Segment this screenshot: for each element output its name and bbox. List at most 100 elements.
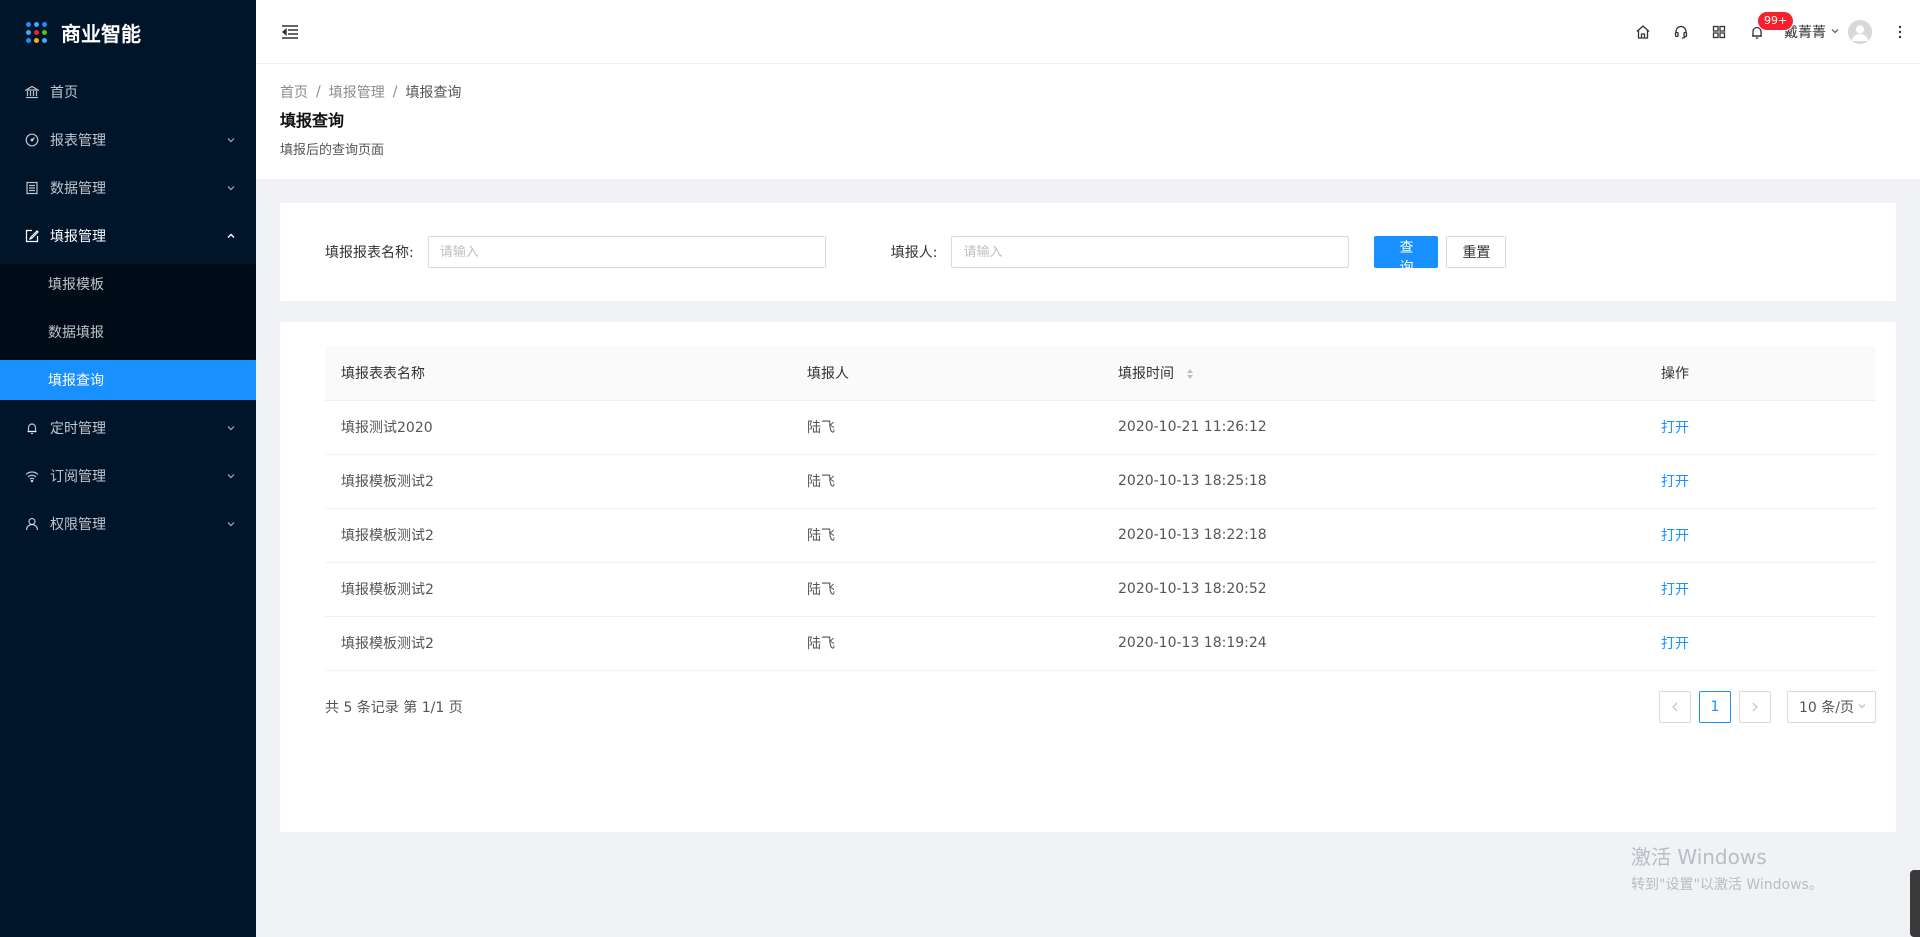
open-link[interactable]: 打开 bbox=[1661, 636, 1689, 652]
breadcrumb-item-current: 填报查询 bbox=[405, 85, 462, 101]
bell-icon bbox=[24, 420, 40, 436]
column-header-action: 操作 bbox=[1645, 346, 1876, 401]
search-form: 填报报表名称: 填报人: 查 询 重置 bbox=[280, 203, 1896, 301]
home-icon[interactable] bbox=[1624, 0, 1662, 64]
notification-bell-icon[interactable]: 99+ bbox=[1738, 0, 1794, 64]
page-description: 填报后的查询页面 bbox=[280, 143, 385, 158]
page-title: 填报查询 bbox=[280, 111, 345, 130]
sidebar: 商业智能 首页 报表管理 数据管理 填报管理 填报模板 数据填报 填报查询 定时… bbox=[0, 0, 256, 937]
customer-service-icon[interactable] bbox=[1662, 0, 1700, 64]
table-row: 填报模板测试2 陆飞 2020-10-13 18:19:24 打开 bbox=[325, 616, 1876, 671]
cell-reporter: 陆飞 bbox=[791, 508, 1102, 563]
report-name-input[interactable] bbox=[427, 236, 826, 268]
avatar bbox=[1848, 20, 1872, 44]
table-row: 填报测试2020 陆飞 2020-10-21 11:26:12 打开 bbox=[325, 400, 1876, 455]
sidebar-item-label: 权限管理 bbox=[50, 517, 106, 533]
cell-reporter: 陆飞 bbox=[791, 562, 1102, 617]
cell-report-name: 填报模板测试2 bbox=[325, 616, 791, 671]
breadcrumb-separator: / bbox=[316, 84, 321, 100]
watermark-subtitle: 转到"设置"以激活 Windows。 bbox=[1631, 877, 1823, 893]
form-edit-icon bbox=[24, 228, 40, 244]
page-number-button[interactable]: 1 bbox=[1699, 690, 1731, 723]
column-header-fill-time-label: 填报时间 bbox=[1118, 365, 1174, 382]
sidebar-item-data-fill[interactable]: 数据填报 bbox=[0, 312, 256, 352]
user-menu[interactable]: 戴菁菁 bbox=[1784, 0, 1872, 64]
sidebar-item-label: 数据管理 bbox=[50, 181, 106, 197]
breadcrumb-item-fill-management[interactable]: 填报管理 bbox=[329, 82, 385, 102]
open-link[interactable]: 打开 bbox=[1661, 420, 1689, 436]
sidebar-item-fill-template[interactable]: 填报模板 bbox=[0, 264, 256, 304]
menu-fold-icon[interactable] bbox=[280, 22, 300, 42]
column-header-fill-time[interactable]: 填报时间 bbox=[1102, 346, 1645, 401]
report-name-field: 填报报表名称: bbox=[325, 236, 826, 268]
pagination-total: 共 5 条记录 第 1/1 页 bbox=[325, 699, 463, 716]
report-name-label: 填报报表名称: bbox=[325, 245, 414, 261]
cell-reporter: 陆飞 bbox=[791, 454, 1102, 509]
cell-fill-time: 2020-10-13 18:25:18 bbox=[1102, 454, 1645, 509]
chevron-down-icon bbox=[226, 135, 236, 145]
open-link[interactable]: 打开 bbox=[1661, 528, 1689, 544]
breadcrumb-separator: / bbox=[392, 84, 398, 100]
fullscreen-icon[interactable] bbox=[1700, 0, 1738, 64]
open-link[interactable]: 打开 bbox=[1661, 474, 1689, 490]
app-title: 商业智能 bbox=[61, 21, 141, 46]
result-table: 填报表表名称 填报人 填报时间 操作 填报测试2020 陆飞 2020-10-2… bbox=[325, 346, 1876, 671]
chevron-down-icon bbox=[226, 519, 236, 529]
sidebar-item-subscription-management[interactable]: 订阅管理 bbox=[0, 456, 256, 496]
sidebar-item-label: 填报管理 bbox=[50, 229, 106, 245]
open-link[interactable]: 打开 bbox=[1661, 582, 1689, 598]
table-header-row: 填报表表名称 填报人 填报时间 操作 bbox=[325, 346, 1876, 401]
sidebar-item-label: 定时管理 bbox=[50, 421, 106, 437]
scrollbar-handle[interactable] bbox=[1910, 870, 1920, 937]
cell-reporter: 陆飞 bbox=[791, 616, 1102, 671]
pagination-bar: 共 5 条记录 第 1/1 页 1 10 条/页 bbox=[325, 690, 1876, 723]
breadcrumb: 首页 / 填报管理 / 填报查询 bbox=[280, 81, 1896, 103]
sidebar-item-label: 订阅管理 bbox=[50, 469, 106, 485]
cell-fill-time: 2020-10-13 18:20:52 bbox=[1102, 562, 1645, 617]
reset-button[interactable]: 重置 bbox=[1446, 236, 1507, 268]
page-header: 首页 / 填报管理 / 填报查询 填报查询 填报后的查询页面 bbox=[256, 64, 1920, 179]
prev-page-button[interactable] bbox=[1659, 690, 1691, 723]
table-row: 填报模板测试2 陆飞 2020-10-13 18:20:52 打开 bbox=[325, 562, 1876, 617]
result-table-card: 填报表表名称 填报人 填报时间 操作 填报测试2020 陆飞 2020-10-2… bbox=[280, 322, 1896, 832]
cell-fill-time: 2020-10-21 11:26:12 bbox=[1102, 400, 1645, 455]
sidebar-item-fill-management[interactable]: 填报管理 bbox=[0, 216, 256, 256]
chevron-down-icon bbox=[226, 183, 236, 193]
notification-badge: 99+ bbox=[1758, 12, 1794, 30]
cell-report-name: 填报模板测试2 bbox=[325, 454, 791, 509]
reporter-label: 填报人: bbox=[890, 245, 938, 261]
top-header: 99+ 戴菁菁 bbox=[256, 0, 1920, 64]
sidebar-item-home[interactable]: 首页 bbox=[0, 72, 256, 112]
more-vertical-icon[interactable] bbox=[1880, 0, 1920, 64]
header-actions: 99+ 戴菁菁 bbox=[1624, 0, 1920, 64]
cell-report-name: 填报模板测试2 bbox=[325, 562, 791, 617]
wifi-icon bbox=[24, 468, 40, 484]
sidebar-item-report-management[interactable]: 报表管理 bbox=[0, 120, 256, 160]
next-page-button[interactable] bbox=[1739, 690, 1771, 723]
breadcrumb-item-home[interactable]: 首页 bbox=[280, 82, 308, 102]
cell-report-name: 填报模板测试2 bbox=[325, 508, 791, 563]
chevron-down-icon bbox=[1857, 699, 1867, 715]
sort-icon[interactable] bbox=[1186, 368, 1194, 380]
table-row: 填报模板测试2 陆飞 2020-10-13 18:22:18 打开 bbox=[325, 508, 1876, 563]
watermark-title: 激活 Windows bbox=[1631, 845, 1767, 869]
user-icon bbox=[24, 516, 40, 532]
query-button[interactable]: 查 询 bbox=[1374, 236, 1439, 276]
chevron-down-icon bbox=[226, 471, 236, 481]
cell-fill-time: 2020-10-13 18:19:24 bbox=[1102, 616, 1645, 671]
sidebar-item-label: 报表管理 bbox=[50, 133, 106, 149]
database-icon bbox=[24, 180, 40, 196]
page-size-value: 10 条/页 bbox=[1799, 699, 1854, 716]
reporter-input[interactable] bbox=[951, 236, 1350, 268]
page-size-select[interactable]: 10 条/页 bbox=[1787, 690, 1876, 723]
sidebar-item-fill-query[interactable]: 填报查询 bbox=[0, 360, 256, 400]
sidebar-item-data-management[interactable]: 数据管理 bbox=[0, 168, 256, 208]
column-header-reporter: 填报人 bbox=[791, 346, 1102, 401]
logo-grid-icon bbox=[26, 21, 47, 43]
logo[interactable]: 商业智能 bbox=[0, 0, 256, 64]
submenu-fill-management: 填报模板 数据填报 填报查询 bbox=[0, 264, 256, 400]
column-header-report-name: 填报表表名称 bbox=[325, 346, 791, 401]
sidebar-item-schedule-management[interactable]: 定时管理 bbox=[0, 408, 256, 448]
sidebar-item-permission-management[interactable]: 权限管理 bbox=[0, 504, 256, 544]
chevron-up-icon bbox=[226, 231, 236, 241]
